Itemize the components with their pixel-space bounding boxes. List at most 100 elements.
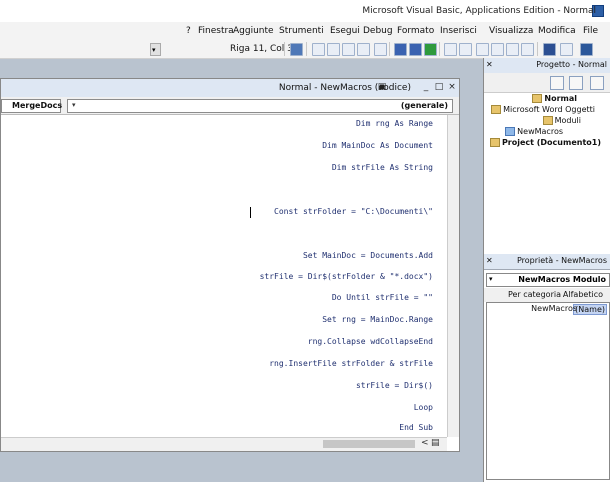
design-icon[interactable] (374, 43, 387, 56)
undo-icon[interactable] (459, 43, 472, 56)
maximize-icon[interactable]: □ (434, 82, 444, 92)
project-explorer: ✕ Progetto - Normal Normal Microsoft Wor… (483, 58, 610, 254)
menu-inserisci[interactable]: Inserisci (440, 26, 477, 36)
menu-visualizza[interactable]: Visualizza (489, 26, 533, 36)
chevron-down-icon: ▾ (489, 275, 493, 283)
menu-bar: File Modifica Visualizza Inserisci Forma… (0, 22, 610, 41)
window-title: Microsoft Visual Basic, Applications Edi… (362, 6, 596, 16)
cut-icon[interactable] (521, 43, 534, 56)
toolbar-separator (439, 42, 440, 56)
code-line[interactable]: Set MainDoc = Documents.Add (303, 251, 433, 260)
menu-esegui[interactable]: Esegui (330, 26, 360, 36)
menu-formato[interactable]: Formato (397, 26, 434, 36)
properties-titlebar: ✕ Proprietà - NewMacros (484, 254, 610, 270)
menu-strumenti[interactable]: Strumenti (279, 26, 324, 36)
scrollbar-thumb[interactable] (323, 440, 415, 448)
code-line[interactable]: strFile = Dir$() (356, 381, 433, 390)
tab-per-categoria[interactable]: Per categoria (508, 290, 561, 299)
view-object-icon[interactable] (569, 76, 583, 90)
toolbar-separator (284, 42, 285, 56)
code-line[interactable]: End Sub (399, 423, 433, 432)
paste-icon[interactable] (491, 43, 504, 56)
toolbar-separator (537, 42, 538, 56)
toggle-folders-icon[interactable] (550, 76, 564, 90)
menu-file[interactable]: File (583, 26, 598, 36)
tree-item-normal[interactable]: Normal (532, 94, 577, 103)
find-icon[interactable] (476, 43, 489, 56)
object-combo[interactable]: ▾ (generale) (67, 99, 453, 113)
menu-finestra[interactable]: Finestra (198, 26, 234, 36)
tree-item-label: Normal (544, 94, 577, 103)
project-explorer-toolbar (484, 73, 610, 93)
code-line[interactable]: Set rng = MainDoc.Range (322, 315, 433, 324)
toolbar-separator (306, 42, 307, 56)
properties-icon[interactable] (342, 43, 355, 56)
close-icon[interactable]: × (447, 82, 457, 92)
folder-icon (542, 116, 553, 125)
text-caret (250, 207, 251, 218)
tree-item-label: Moduli (554, 116, 581, 125)
code-line[interactable]: Dim rng As Range (356, 119, 433, 128)
project-explorer-titlebar: ✕ Progetto - Normal (484, 58, 610, 74)
run-icon[interactable] (424, 43, 437, 56)
tree-item-label: Microsoft Word Oggetti (503, 105, 595, 114)
reset-icon[interactable] (394, 43, 407, 56)
object-browser-icon[interactable] (327, 43, 340, 56)
menu-modifica[interactable]: Modifica (538, 26, 576, 36)
object-combo-value: (generale) (400, 101, 448, 110)
chevron-left-icon[interactable]: < (421, 438, 429, 448)
code-line[interactable]: rng.Collapse wdCollapseEnd (308, 337, 433, 346)
tree-item-project-documento1[interactable]: Project (Documento1) (489, 138, 601, 147)
project-icon (532, 94, 543, 103)
insert-icon[interactable] (560, 43, 573, 56)
tree-item-word-objects[interactable]: Microsoft Word Oggetti (491, 105, 595, 114)
procedure-combo[interactable]: MergeDocs (1, 99, 63, 113)
code-line[interactable]: Dim MainDoc As Document (322, 141, 433, 150)
code-line[interactable]: Dim strFile As String (332, 163, 433, 172)
chevron-down-icon: ▾ (72, 101, 76, 109)
help-icon[interactable] (290, 43, 303, 56)
project-icon[interactable] (357, 43, 370, 56)
code-line[interactable]: rng.InsertFile strFolder & strFile (269, 359, 433, 368)
project-explorer-title: Progetto - Normal (536, 60, 607, 69)
standard-toolbar: ▾ Riga 11, Col 34 (0, 40, 610, 59)
code-window-title: Normal - NewMacros (codice) (278, 83, 411, 93)
code-line[interactable]: Do Until strFile = "" (332, 293, 433, 302)
view-code-icon[interactable] (590, 76, 604, 90)
chevron-down-icon: ▾ (152, 46, 156, 54)
code-editor[interactable]: Dim rng As Range Dim MainDoc As Document… (1, 115, 447, 437)
vertical-scrollbar[interactable] (447, 115, 459, 437)
property-name-cell[interactable]: (Name) (573, 304, 607, 315)
tree-item-label: Project (Documento1) (501, 138, 601, 147)
title-bar: Microsoft Visual Basic, Applications Edi… (0, 0, 610, 23)
procedure-combo-value: MergeDocs (12, 101, 63, 110)
view-toggle-icon[interactable]: ▤ (431, 438, 440, 448)
folder-icon (491, 105, 502, 114)
redo-icon[interactable] (444, 43, 457, 56)
toolbox-icon[interactable] (312, 43, 325, 56)
code-line[interactable]: strFile = Dir$(strFolder & "*.docx") (260, 272, 433, 281)
properties-window: ✕ Proprietà - NewMacros ▾ NewMacros Modu… (483, 254, 610, 482)
cursor-position: Riga 11, Col 34 (230, 44, 299, 54)
tree-item-newmacros[interactable]: NewMacros (505, 127, 563, 136)
toolbar-separator (389, 42, 390, 56)
word-icon[interactable] (580, 43, 593, 56)
break-icon[interactable] (409, 43, 422, 56)
code-line[interactable]: Loop (414, 403, 433, 412)
minimize-icon[interactable]: _ (421, 82, 431, 92)
code-line[interactable]: Const strFolder = "C:\Documenti\" (274, 207, 433, 216)
menu-aggiunte[interactable]: Aggiunte (233, 26, 274, 36)
save-icon[interactable] (543, 43, 556, 56)
properties-object-combo[interactable]: ▾ NewMacros Modulo (486, 273, 610, 287)
copy-icon[interactable] (506, 43, 519, 56)
property-value-cell[interactable]: NewMacros (531, 304, 577, 313)
properties-object-value: NewMacros Modulo (518, 275, 606, 284)
tree-item-modules[interactable]: Moduli (542, 116, 581, 125)
code-window: Normal - NewMacros (codice) ▣ _ □ × Merg… (0, 78, 460, 452)
tab-alfabetico[interactable]: Alfabetico (563, 290, 603, 299)
menu-help[interactable]: ? (186, 26, 191, 36)
horizontal-scrollbar[interactable]: < ▤ (1, 437, 447, 451)
code-icon: ▣ (377, 82, 387, 92)
menu-debug[interactable]: Debug (363, 26, 393, 36)
module-icon (505, 127, 516, 136)
